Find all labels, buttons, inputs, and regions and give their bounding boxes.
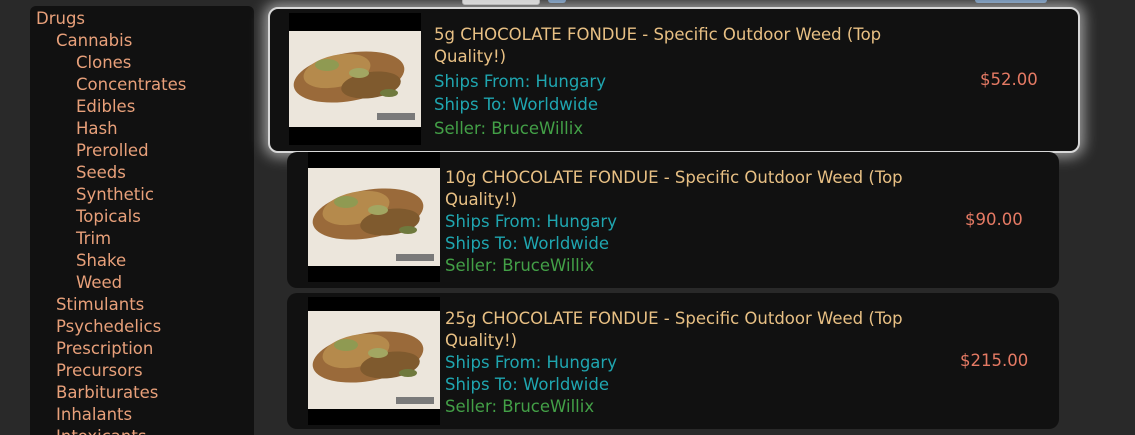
category-weed[interactable]: Weed xyxy=(76,272,122,294)
category-cannabis[interactable]: Cannabis xyxy=(56,30,132,52)
category-sidebar: Drugs Cannabis Clones Concentrates Edibl… xyxy=(30,6,254,435)
ships-from: Ships From: Hungary xyxy=(445,353,617,372)
category-intoxicants[interactable]: Intoxicants xyxy=(56,426,146,435)
top-button[interactable] xyxy=(548,0,566,3)
category-seeds[interactable]: Seeds xyxy=(76,162,126,184)
category-hash[interactable]: Hash xyxy=(76,118,118,140)
product-image[interactable] xyxy=(308,152,440,282)
listing-card[interactable]: 5g CHOCOLATE FONDUE - Specific Outdoor W… xyxy=(268,7,1080,153)
category-drugs[interactable]: Drugs xyxy=(36,8,85,30)
category-prescription[interactable]: Prescription xyxy=(56,338,153,360)
listing-title[interactable]: 10g CHOCOLATE FONDUE - Specific Outdoor … xyxy=(445,167,965,211)
category-psychedelics[interactable]: Psychedelics xyxy=(56,316,161,338)
category-stimulants[interactable]: Stimulants xyxy=(56,294,144,316)
category-clones[interactable]: Clones xyxy=(76,52,131,74)
category-concentrates[interactable]: Concentrates xyxy=(76,74,186,96)
ships-to: Ships To: Worldwide xyxy=(445,375,609,394)
ships-from: Ships From: Hungary xyxy=(445,212,617,231)
listing-card[interactable]: 25g CHOCOLATE FONDUE - Specific Outdoor … xyxy=(287,293,1059,429)
product-image[interactable] xyxy=(289,13,421,145)
top-select[interactable] xyxy=(462,0,540,5)
product-image[interactable] xyxy=(308,297,440,425)
category-shake[interactable]: Shake xyxy=(76,250,126,272)
listing-price: $90.00 xyxy=(965,210,1023,229)
ships-to: Ships To: Worldwide xyxy=(434,95,598,114)
seller-link[interactable]: Seller: BruceWillix xyxy=(445,255,594,277)
category-synthetic[interactable]: Synthetic xyxy=(76,184,154,206)
category-topicals[interactable]: Topicals xyxy=(76,206,141,228)
ships-from: Ships From: Hungary xyxy=(434,72,606,91)
listing-title[interactable]: 25g CHOCOLATE FONDUE - Specific Outdoor … xyxy=(445,308,965,352)
top-search-button[interactable] xyxy=(975,0,1047,3)
category-barbiturates[interactable]: Barbiturates xyxy=(56,382,158,404)
listing-card[interactable]: 10g CHOCOLATE FONDUE - Specific Outdoor … xyxy=(287,152,1059,288)
listing-price: $215.00 xyxy=(960,351,1029,370)
page: Drugs Cannabis Clones Concentrates Edibl… xyxy=(0,0,1135,435)
ships-to: Ships To: Worldwide xyxy=(445,234,609,253)
category-prerolled[interactable]: Prerolled xyxy=(76,140,149,162)
category-edibles[interactable]: Edibles xyxy=(76,96,135,118)
category-trim[interactable]: Trim xyxy=(76,228,111,250)
category-inhalants[interactable]: Inhalants xyxy=(56,404,132,426)
category-precursors[interactable]: Precursors xyxy=(56,360,143,382)
seller-link[interactable]: Seller: BruceWillix xyxy=(445,396,594,418)
seller-link[interactable]: Seller: BruceWillix xyxy=(434,118,583,140)
listing-title[interactable]: 5g CHOCOLATE FONDUE - Specific Outdoor W… xyxy=(434,24,954,68)
listing-price: $52.00 xyxy=(980,70,1038,89)
